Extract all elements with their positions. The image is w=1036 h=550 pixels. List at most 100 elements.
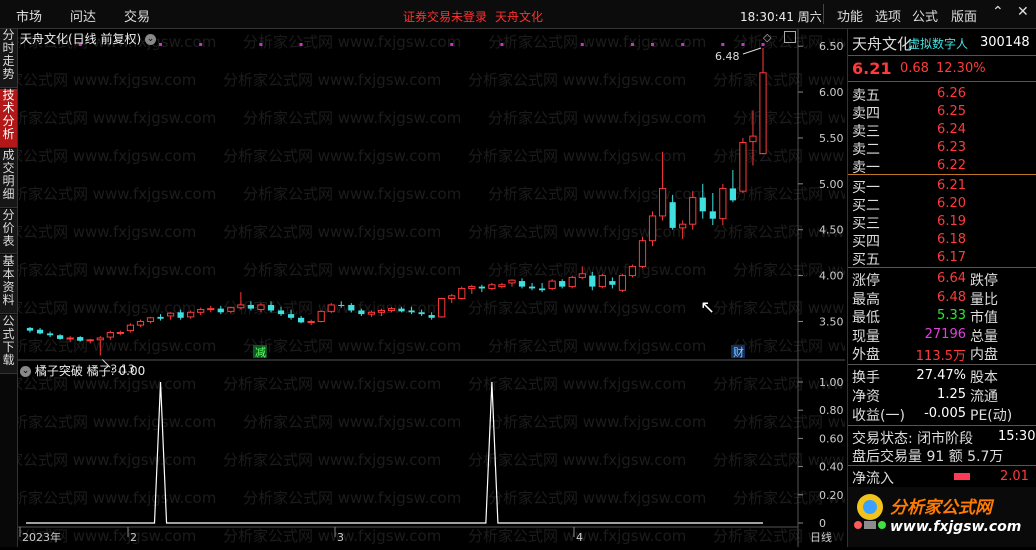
menu-wenda[interactable]: 问达 (70, 6, 96, 25)
fin-label2: 股本 (970, 370, 998, 386)
watermark-text: 分析家公式网 www.fxjgsw.com (18, 489, 216, 507)
stat-label: 最高 (852, 291, 880, 308)
purple-dot (199, 43, 203, 46)
tab-formula-download[interactable]: 公式下载 (0, 315, 17, 374)
candle-up (307, 320, 315, 323)
candles-layer: 6.483.13减财 (26, 47, 767, 375)
purple-dot (259, 43, 263, 46)
brand-bulb-icon (854, 494, 886, 529)
watermark-text: 分析家公式网 www.fxjgsw.com (18, 71, 196, 89)
candle-up (136, 320, 145, 326)
concept-tag[interactable]: 虚拟数字人 (908, 35, 968, 52)
chevron-down-icon[interactable]: ⌄ (145, 34, 157, 45)
watermark-text: 分析家公式网 www.fxjgsw.com (713, 299, 845, 317)
brand-name: 分析家公式网 (890, 498, 992, 518)
stat-value: 6.64 (937, 271, 966, 286)
bid-level-label: 买一 (852, 180, 880, 196)
ask-level-label: 卖五 (852, 88, 880, 104)
y-tick-label: 6.50 (819, 40, 844, 53)
stat-label: 外盘 (852, 347, 880, 363)
menu-layout[interactable]: 版面 (951, 6, 977, 25)
candle-up (508, 279, 516, 284)
ask-level-value: 6.23 (937, 140, 966, 155)
candle-down (398, 308, 405, 312)
y-tick-label: 6.00 (819, 86, 844, 99)
candle-down (277, 310, 285, 315)
watermark-text: 分析家公式网 www.fxjgsw.com (243, 109, 461, 127)
candle-up (197, 309, 205, 313)
menu-formula[interactable]: 公式 (912, 6, 938, 25)
watermark-text: 分析家公式网 www.fxjgsw.com (488, 337, 706, 355)
watermark-text: 分析家公式网 www.fxjgsw.com (243, 337, 461, 355)
candle-up (237, 304, 245, 309)
purple-dot (721, 43, 725, 46)
watermark-text: 分析家公式网 www.fxjgsw.com (18, 223, 196, 241)
window-toggle-icon[interactable] (784, 31, 796, 43)
after-hours-volume: 盘后交易量 91 额 5.7万 (852, 449, 1004, 465)
watermark-text: 分析家公式网 www.fxjgsw.com (733, 337, 845, 355)
candle-up (187, 311, 195, 318)
watermark-text: 分析家公式网 www.fxjgsw.com (488, 489, 706, 507)
purple-dot (299, 43, 303, 46)
indicator-title: ⌄ 橘子突破 橘子: 0.00 (20, 362, 145, 379)
y-tick-label: 4.50 (819, 224, 844, 237)
indicator-tick-label: 1.00 (819, 376, 844, 389)
stock-title: 天舟文化 (495, 10, 544, 24)
y-tick-label: 5.00 (819, 178, 844, 191)
tab-trade-detail[interactable]: 成交明细 (0, 149, 17, 208)
stat-label2: 跌停 (970, 273, 998, 289)
candle-down (57, 335, 64, 339)
candle-down (358, 310, 365, 315)
watermark-text: 分析家公式网 www.fxjgsw.com (18, 109, 216, 127)
candle-up (679, 223, 687, 229)
event-label-reduce: 减 (255, 346, 266, 359)
candle-down (518, 281, 526, 287)
candle-up (448, 295, 456, 300)
close-icon[interactable]: ✕ (1017, 4, 1029, 20)
bid-level-label: 买二 (852, 198, 880, 214)
tab-price-table[interactable]: 分价表 (0, 209, 17, 254)
diamond-icon[interactable]: ◇ (763, 31, 771, 44)
candle-down (26, 327, 34, 331)
top-menu-bar: 市场 问达 交易 证券交易未登录 天舟文化 18:30:41 周六 功能 选项 … (0, 0, 1036, 29)
tab-technical[interactable]: 技术分析 (0, 89, 17, 148)
ask-level-label: 卖四 (852, 106, 880, 122)
separator (848, 174, 1036, 175)
last-price: 6.21 (852, 59, 892, 78)
candle-up (458, 287, 466, 300)
bid-level-value: 6.21 (937, 178, 966, 193)
candle-down (418, 312, 425, 315)
watermark-text: 分析家公式网 www.fxjgsw.com (243, 185, 461, 203)
fin-label2: 流通 (970, 389, 998, 405)
watermark-text: 分析家公式网 www.fxjgsw.com (223, 527, 441, 545)
menu-market[interactable]: 市场 (16, 6, 42, 25)
menu-function[interactable]: 功能 (837, 6, 863, 25)
trade-state-time: 15:30 (998, 429, 1036, 444)
x-tick-label: 2 (130, 531, 137, 544)
candle-up (66, 337, 74, 340)
fin-value: 1.25 (937, 387, 966, 402)
watermark-layer: 分析家公式网 www.fxjgsw.com 分析家公式网 www.fxjgsw.c… (0, 33, 951, 545)
tab-intraday[interactable]: 分时走势 (0, 29, 17, 88)
kline-chart-area[interactable]: 分析家公式网 www.fxjgsw.com 分析家公式网 www.fxjgsw.c… (0, 29, 951, 547)
chevron-up-icon[interactable]: ⌃ (992, 4, 1004, 20)
purple-dot (500, 43, 504, 46)
net-inflow-label: 净流入 (852, 471, 894, 487)
candle-up (96, 337, 104, 341)
menu-options[interactable]: 选项 (875, 6, 901, 25)
candle-up (719, 187, 727, 220)
candle-down (729, 188, 736, 201)
candle-up (628, 265, 637, 277)
clock: 18:30:41 周六 (740, 10, 822, 24)
left-vertical-tabs: 分时走势 技术分析 成交明细 分价表 基本资料 公式下载 (0, 29, 18, 547)
candle-up (116, 331, 124, 334)
tab-basic-info[interactable]: 基本资料 (0, 255, 17, 314)
trade-state: 交易状态: 闭市阶段 (852, 431, 974, 447)
candle-down (297, 317, 305, 323)
candle-up (548, 280, 556, 289)
kline-chart-svg[interactable]: 分析家公式网 www.fxjgsw.com 分析家公式网 www.fxjgsw.c… (0, 29, 951, 547)
watermark-text: 分析家公式网 www.fxjgsw.com (18, 413, 216, 431)
menu-trade[interactable]: 交易 (124, 6, 150, 25)
chevron-down-icon[interactable]: ⌄ (20, 366, 31, 377)
candle-down (559, 281, 566, 287)
